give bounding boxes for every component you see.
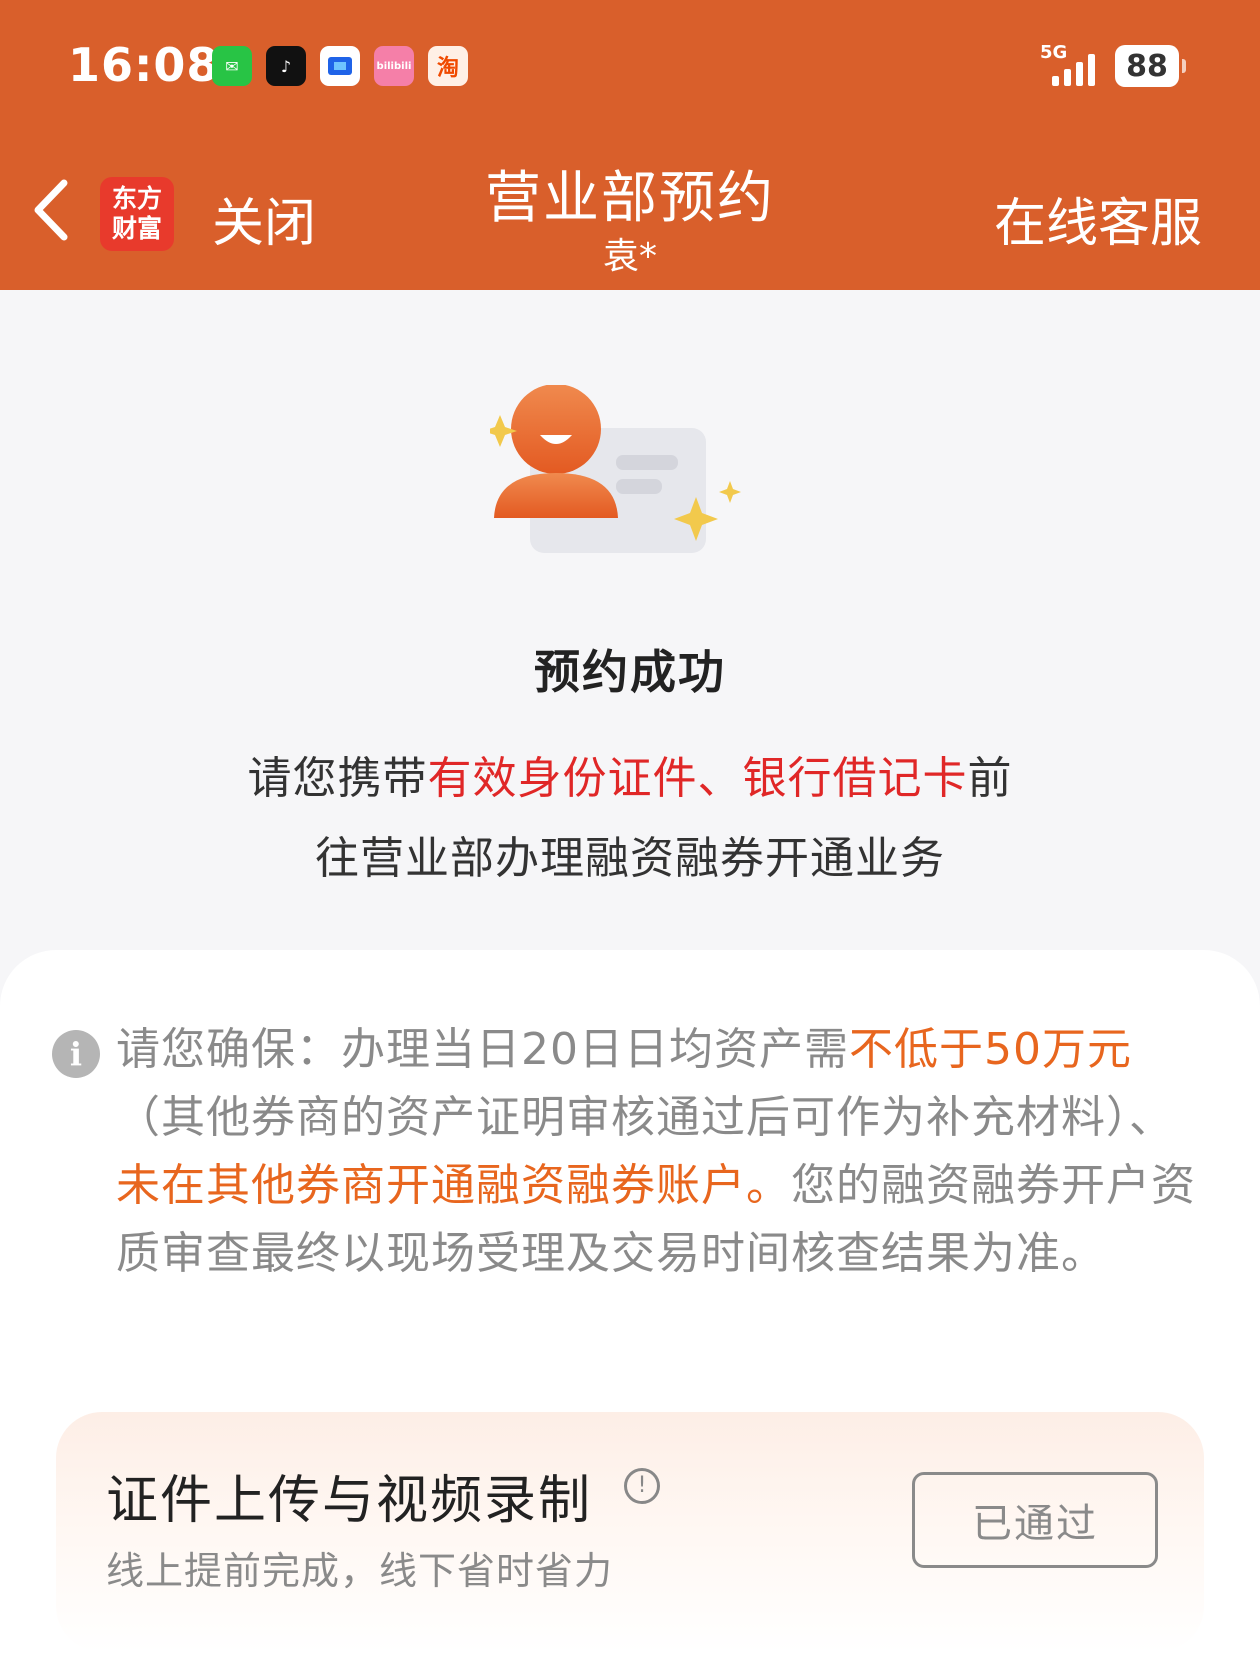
eastmoney-logo: 东方 财富 <box>100 177 174 251</box>
user-name: 袁* <box>602 236 657 277</box>
back-arrow-icon[interactable] <box>30 175 74 245</box>
wechat-icon: ✉ <box>212 46 252 86</box>
status-bar: 16:08 ✉ ♪ bilibili 淘 5G 88 <box>0 0 1260 135</box>
page-title: 营业部预约 <box>485 166 775 231</box>
notice-text: 请您确保：办理当日20日日均资产需 <box>116 1024 849 1075</box>
signal-icon: 5G <box>1040 42 1100 90</box>
navigation-bar: 东方 财富 关闭 营业部预约 袁* 在线客服 <box>0 135 1260 290</box>
blue-app-icon <box>320 46 360 86</box>
signal-bars-icon <box>1052 50 1095 86</box>
upload-title: 证件上传与视频录制 <box>106 1471 593 1531</box>
instruction-text: 请您携带 <box>247 753 428 804</box>
battery-level: 88 <box>1115 45 1186 87</box>
instruction-line-1: 请您携带有效身份证件、银行借记卡前 <box>0 742 1260 806</box>
notice-card: i 请您确保：办理当日20日日均资产需不低于50万元 （其他券商的资产证明审核通过… <box>0 950 1260 1670</box>
upload-video-section: 证件上传与视频录制 ! 线上提前完成，线下省时省力 已通过 <box>56 1412 1204 1652</box>
notification-app-icons: ✉ ♪ bilibili 淘 <box>212 46 468 86</box>
tiktok-icon: ♪ <box>266 46 306 86</box>
eligibility-notice: 请您确保：办理当日20日日均资产需不低于50万元 （其他券商的资产证明审核通过后可… <box>116 1016 1198 1288</box>
asset-requirement-highlight: 不低于50万元 <box>849 1024 1132 1075</box>
notice-text: （其他券商的资产证明审核通过后可作为补充材料）、 <box>116 1092 1174 1143</box>
logo-line2: 财富 <box>111 214 162 243</box>
logo-line1: 东方 <box>111 184 162 213</box>
required-documents-highlight: 有效身份证件、银行借记卡 <box>427 753 968 804</box>
instruction-text: 前 <box>967 753 1013 804</box>
info-icon: i <box>52 1030 100 1078</box>
app-header: 16:08 ✉ ♪ bilibili 淘 5G 88 东方 财富 关闭 营业部预… <box>0 0 1260 290</box>
info-circle-icon[interactable]: ! <box>624 1468 660 1504</box>
account-requirement-highlight: 未在其他券商开通融资融券账户。 <box>116 1160 791 1211</box>
success-title: 预约成功 <box>534 645 726 699</box>
online-service-button[interactable]: 在线客服 <box>994 181 1202 256</box>
passed-status-button[interactable]: 已通过 <box>912 1472 1158 1568</box>
user-card-illustration-icon <box>483 384 780 575</box>
upload-subtitle: 线上提前完成，线下省时省力 <box>106 1549 614 1593</box>
close-button[interactable]: 关闭 <box>212 181 316 256</box>
bilibili-icon: bilibili <box>374 46 414 86</box>
taobao-icon: 淘 <box>428 46 468 86</box>
status-time: 16:08 <box>68 38 220 92</box>
instruction-line-2: 往营业部办理融资融券开通业务 <box>315 833 945 884</box>
